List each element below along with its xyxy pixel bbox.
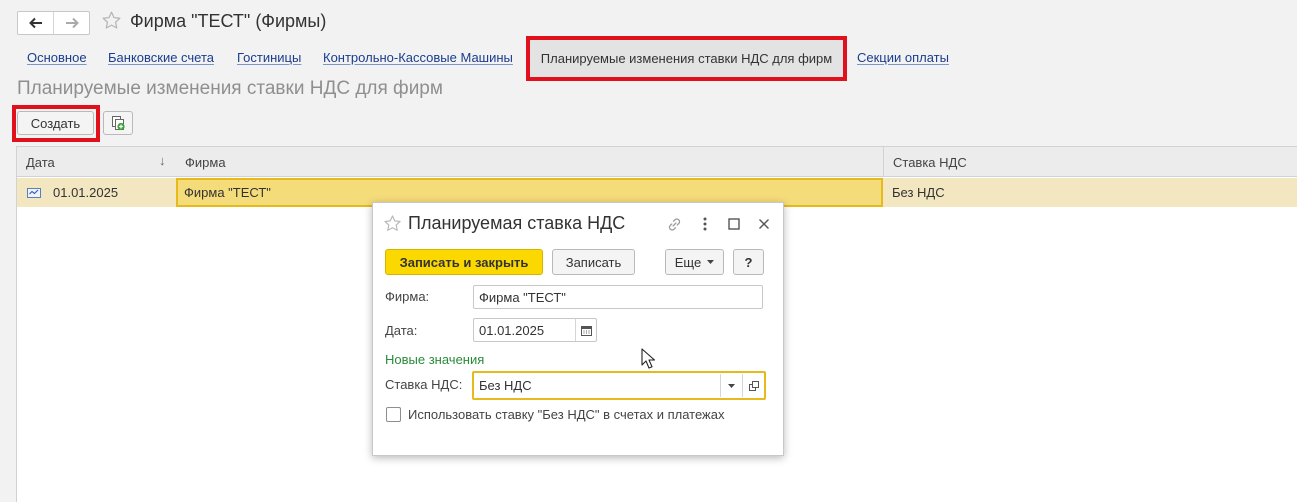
star-icon[interactable] [101,10,122,31]
sort-descending-icon: ↓ [159,153,166,168]
vat-rate-open-button[interactable] [742,374,764,397]
date-label: Дата: [385,323,418,338]
more-actions-button[interactable] [696,215,714,233]
calendar-button[interactable] [575,319,596,341]
more-vertical-icon [703,217,707,231]
arrow-right-icon [65,17,79,29]
vat-rate-label: Ставка НДС: [385,377,463,392]
maximize-button[interactable] [725,215,743,233]
firm-field[interactable]: Фирма "ТЕСТ" [473,285,763,309]
more-menu-label: Еще [674,254,702,270]
save-and-close-button[interactable]: Записать и закрыть [385,249,543,275]
help-button[interactable]: ? [733,249,764,275]
firm-label: Фирма: [385,289,430,304]
tab-planned-vat-changes[interactable]: Планируемые изменения ставки НДС для фир… [526,36,847,81]
close-button[interactable] [755,215,773,233]
copy-button[interactable] [103,111,133,135]
tab-cash-registers[interactable]: Контрольно-Кассовые Машины [323,50,513,65]
arrow-left-icon [28,17,42,29]
save-button[interactable]: Записать [552,249,635,275]
create-button[interactable]: Создать [17,111,94,135]
record-icon [27,188,41,198]
vat-rate-field[interactable]: Без НДС [472,371,766,400]
chevron-down-icon [707,260,715,264]
date-value: 01.01.2025 [479,322,545,338]
star-icon[interactable] [383,214,402,233]
vat-rate-dropdown-button[interactable] [720,374,742,397]
history-navigation [17,11,90,35]
tab-main[interactable]: Основное [27,50,87,65]
column-header-vat-rate[interactable]: Ставка НДС [883,147,1297,177]
back-button[interactable] [18,12,53,34]
close-icon [759,219,769,229]
mouse-pointer-icon [641,348,655,369]
more-menu-button[interactable]: Еще [665,249,724,275]
use-no-vat-checkbox-label[interactable]: Использовать ставку "Без НДС" в счетах и… [408,407,725,422]
column-header-date[interactable]: Дата [17,147,176,177]
link-icon [668,217,680,231]
column-header-firm[interactable]: Фирма [176,147,883,177]
new-values-group-label: Новые значения [385,352,485,367]
dialog-title: Планируемая ставка НДС [408,213,626,233]
window-title: Фирма "ТЕСТ" (Фирмы) [130,11,327,31]
calendar-icon [580,325,592,336]
vat-rate-value: Без НДС [479,378,532,393]
use-no-vat-checkbox[interactable] [386,407,401,422]
cell-date: 01.01.2025 [53,185,119,200]
open-icon [748,380,759,391]
cell-vat-rate: Без НДС [892,185,945,200]
maximize-icon [728,218,740,230]
tab-payment-sections[interactable]: Секции оплаты [857,50,949,65]
copy-icon [112,116,125,131]
tab-hotels[interactable]: Гостиницы [237,50,301,65]
chevron-down-icon [728,383,735,388]
table-header: Дата ↓ Фирма Ставка НДС [17,147,1297,177]
section-title: Планируемые изменения ставки НДС для фир… [17,78,443,99]
planned-vat-rate-dialog: Планируемая ставка НДС Записать и закрыт… [372,202,784,456]
link-button[interactable] [665,215,683,233]
date-field[interactable]: 01.01.2025 [473,318,597,342]
tab-bank-accounts[interactable]: Банковские счета [108,50,214,65]
forward-button[interactable] [53,12,89,34]
